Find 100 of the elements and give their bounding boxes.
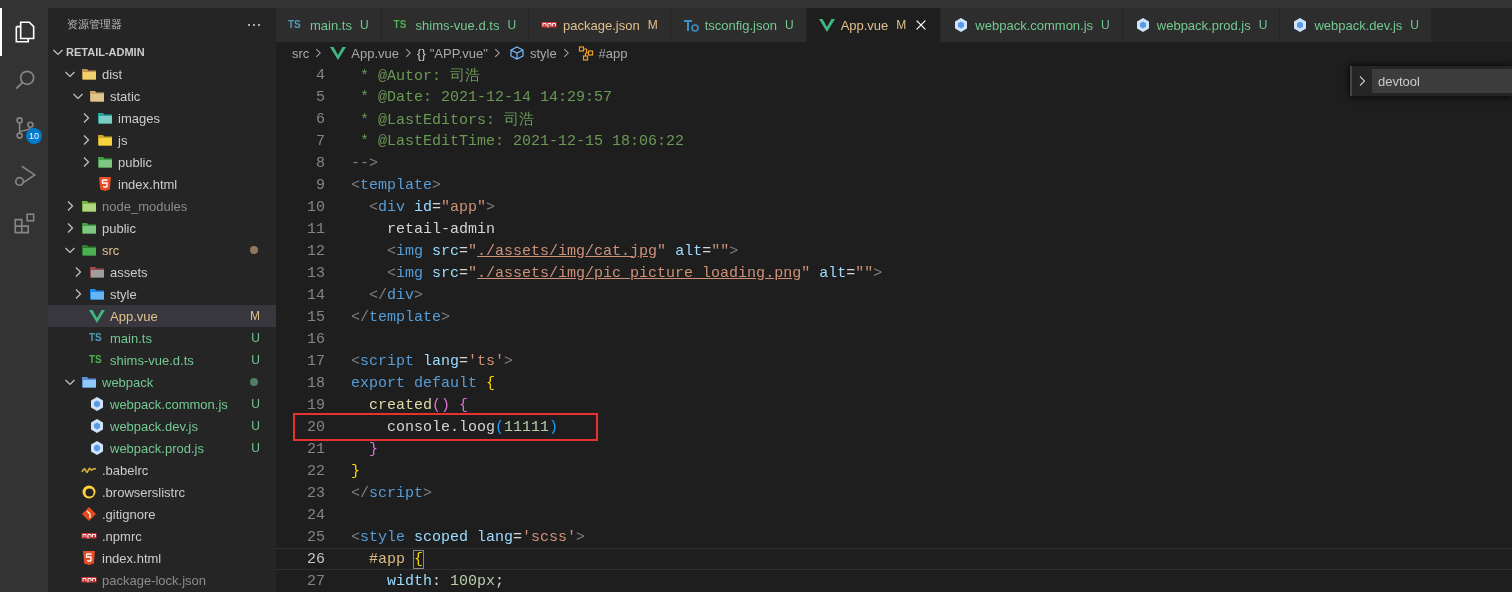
file-name: main.ts [110,330,153,346]
breadcrumb-item[interactable]: "APP.vue" [429,45,488,61]
code-line: <img src="./assets/img/pic_picture_loading.png" alt=""> [386,264,883,282]
line-number: 26 [306,550,325,568]
file-tree-item[interactable]: public [48,151,276,173]
file-tree-item[interactable]: webpack [48,371,276,393]
breadcrumb-item[interactable]: #app [598,45,628,61]
folder-icon [81,374,97,390]
file-tree-item[interactable]: index.html [48,547,276,569]
breadcrumb-item[interactable]: App.vue [351,45,400,61]
html-file-icon [81,550,97,566]
file-tree-item[interactable]: webpack.common.js U [48,393,276,415]
file-tree-item[interactable]: .gitignore [48,503,276,525]
code-line: export default { [351,374,496,392]
file-name: App.vue [110,308,159,324]
file-name: public [118,154,153,170]
file-name: public [102,220,137,236]
code-line: console.loog(11111) [386,418,559,436]
git-status: U [251,353,260,367]
find-input[interactable]: devtool [1372,69,1512,93]
line-number: 7 [315,132,325,150]
line-number: 21 [306,440,325,458]
folder-section-title[interactable]: RETAIL-ADMIN [66,46,145,58]
file-name: webpack.dev.js [110,418,199,434]
line-number: 24 [306,506,325,524]
file-tree-item[interactable]: App.vue M [48,305,276,327]
file-name: .babelrc [102,462,150,478]
folder-icon [89,286,105,302]
file-tree-item[interactable]: js [48,129,276,151]
git-status: U [251,419,260,433]
code-line: <style scoped lang='scss'> [351,528,586,546]
line-number: 17 [306,352,325,370]
typescript-icon: TS [89,352,105,368]
code-line: </div> [368,286,424,304]
run-debug-icon[interactable] [12,163,38,189]
file-name: assets [110,264,149,280]
vue-logo-icon [818,17,835,33]
diamond-icon [81,506,97,522]
file-tree-item[interactable]: TS shims-vue.d.ts U [48,349,276,371]
nodes-icon [577,45,594,61]
git-status: U [251,397,260,411]
code-line: } [368,440,378,458]
file-name: .npmrc [102,528,143,544]
folder-icon [81,220,97,236]
file-name: index.html [102,550,163,566]
file-tree-item[interactable]: dist [48,63,276,85]
file-tree-item[interactable]: public [48,217,276,239]
file-tree-item[interactable]: package-lock.json [48,569,276,591]
code-line: --> [351,154,378,172]
file-tree-item[interactable]: static [48,85,276,107]
editor-tab[interactable]: TS main.ts U [276,8,382,42]
cube-icon [89,418,105,434]
folder-icon [97,110,113,126]
file-name: webpack.common.js [110,396,229,412]
file-tree-item[interactable]: TS main.ts U [48,327,276,349]
file-tree-item[interactable]: .babelrc [48,459,276,481]
line-number: 8 [315,154,325,172]
code-line: <script lang='ts'> [351,352,514,370]
count-badge: 10 [26,128,42,144]
code-line: </template> [351,308,451,326]
file-name: shims-vue.d.ts [110,352,195,368]
file-tree-item[interactable]: index.html [48,173,276,195]
folder-icon [81,198,97,214]
file-name: static [110,88,142,104]
git-status: U [251,331,260,345]
breadcrumb-item[interactable]: src [292,45,310,61]
file-tree-item[interactable]: src [48,239,276,261]
editor-tab[interactable]: webpack.prod.js U [1122,8,1281,42]
code-line: * @Autor: 司浩 [359,66,481,85]
file-tree-item[interactable]: webpack.prod.js U [48,437,276,459]
code-line: <img src="./assets/img/cat.jpg" alt=""> [386,242,739,260]
line-number: 12 [306,242,325,260]
editor-tab[interactable]: webpack.common.js U [941,8,1123,42]
code-line: * @LastEditTime: 2021-12-15 18:06:22 [359,132,685,150]
file-tree-item[interactable]: .npmrc [48,525,276,547]
file-tree-item[interactable]: node_modules [48,195,276,217]
file-tree-item[interactable]: .browserslistrc [48,481,276,503]
breadcrumb-item[interactable]: style [529,45,557,61]
file-tree-item[interactable]: webpack.dev.js U [48,415,276,437]
editor-tab[interactable]: package.json M [529,8,671,42]
folder-icon [81,242,97,258]
editor-tab[interactable]: webpack.dev.js U [1280,8,1432,42]
typescript-icon: TS [89,330,105,346]
editor-tab[interactable]: tsconfig.json U [670,8,807,42]
line-number: 14 [306,286,325,304]
folder-icon [81,66,97,82]
cube-icon [1292,17,1309,33]
file-tree-item[interactable]: style [48,283,276,305]
line-number: 25 [306,528,325,546]
file-name: package-lock.json [102,572,208,588]
sidebar-title: 资源管理器 [67,17,122,32]
file-tree-item[interactable]: images [48,107,276,129]
typescript-icon: TS [288,17,304,33]
file-tree-item[interactable]: assets [48,261,276,283]
editor-tab[interactable]: App.vue M [806,8,942,42]
line-number: 6 [315,110,325,128]
cube-icon [953,17,970,33]
line-number: 16 [306,330,325,348]
line-number: 4 [315,66,325,84]
editor-tab[interactable]: TS shims-vue.d.ts U [381,8,530,42]
